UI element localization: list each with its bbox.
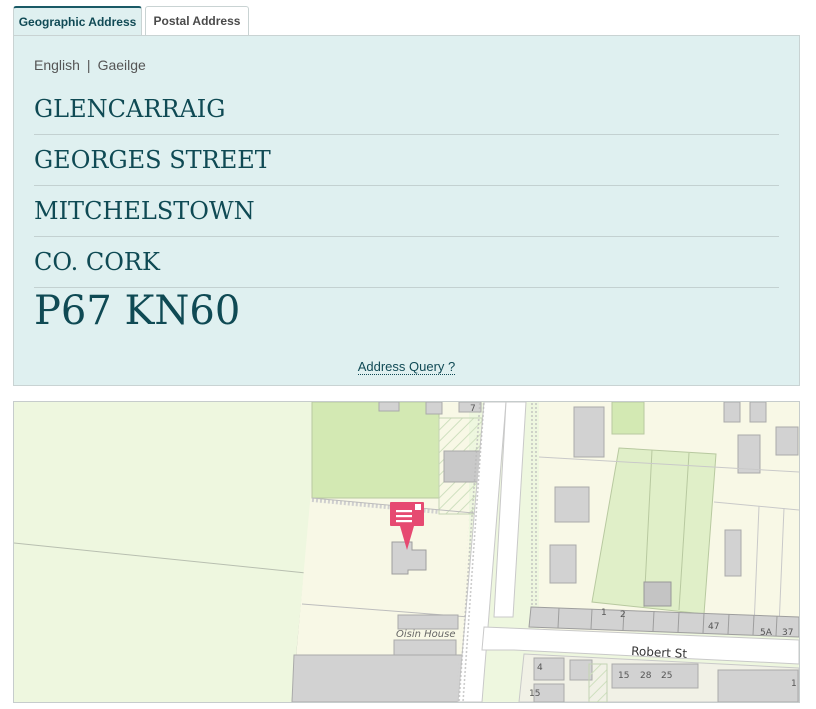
building <box>393 639 457 656</box>
address-line-4: CO. CORK <box>34 237 779 288</box>
hatched-area <box>588 663 608 702</box>
language-irish-link[interactable]: Gaeilge <box>98 57 146 73</box>
building <box>643 581 672 607</box>
house-number-7: 7 <box>470 404 476 414</box>
address-line-1: GLENCARRAIG <box>34 84 779 135</box>
building <box>549 544 577 584</box>
house-number-47: 47 <box>708 622 719 632</box>
house-number-5a: 5A <box>760 628 773 638</box>
footpath <box>529 402 537 612</box>
address-panel: English | Gaeilge GLENCARRAIG GEORGES STRE… <box>13 35 800 386</box>
building <box>749 402 767 423</box>
address-query-link[interactable]: Address Query ? <box>357 359 456 375</box>
building <box>775 426 799 456</box>
building <box>724 529 742 577</box>
building <box>397 614 459 630</box>
house-number-37: 37 <box>782 628 793 638</box>
tab-postal-address[interactable]: Postal Address <box>145 6 249 35</box>
building <box>573 406 605 458</box>
address-line-2: GEORGES STREET <box>34 135 779 186</box>
building <box>717 669 799 702</box>
house-number-15-south: 15 <box>529 689 540 699</box>
building <box>378 402 400 412</box>
language-switcher: English | Gaeilge <box>34 57 146 73</box>
building <box>554 486 590 523</box>
house-number-4: 4 <box>537 663 543 673</box>
map-canvas[interactable]: 7 Oisin House Robert St 1 2 47 5A 37 4 1… <box>14 402 799 702</box>
language-english-link[interactable]: English <box>34 57 80 73</box>
location-map[interactable]: 7 Oisin House Robert St 1 2 47 5A 37 4 1… <box>13 401 800 703</box>
building <box>723 402 741 423</box>
street-label-robert-st: Robert St <box>631 644 688 661</box>
building <box>291 654 469 702</box>
address-query: Address Query ? <box>14 359 799 375</box>
house-number-25: 25 <box>661 671 672 681</box>
building <box>737 434 761 474</box>
house-number-2: 2 <box>620 610 626 620</box>
green-area <box>311 402 440 499</box>
building <box>425 402 443 415</box>
tab-geographic-address[interactable]: Geographic Address <box>13 6 142 36</box>
eircode: P67 KN60 <box>34 288 241 334</box>
green-area <box>611 402 645 435</box>
house-number-28: 28 <box>640 671 652 681</box>
house-number-15: 15 <box>618 671 629 681</box>
house-number-1: 1 <box>601 608 607 618</box>
building-label-oisin-house: Oisin House <box>396 629 456 640</box>
language-separator: | <box>86 57 91 73</box>
address-line-3: MITCHELSTOWN <box>34 186 779 237</box>
house-number-1-east: 1 <box>791 679 797 689</box>
